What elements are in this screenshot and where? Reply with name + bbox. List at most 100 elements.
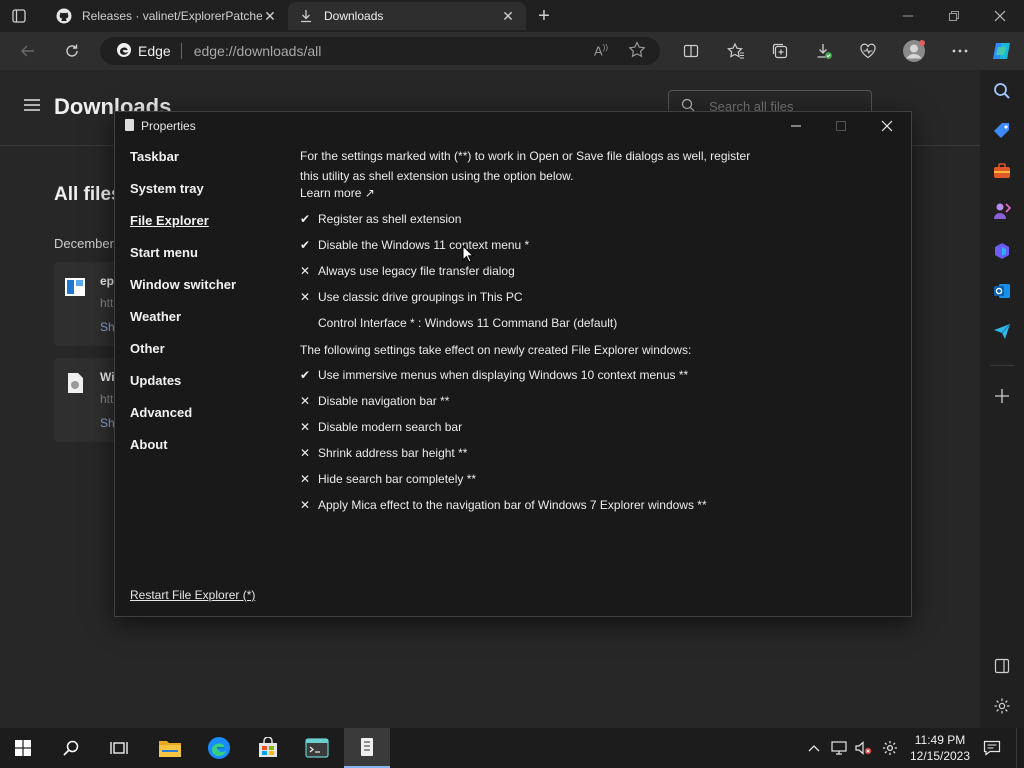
show-in-folder-link[interactable]: Sh: [100, 416, 115, 430]
nav-file-explorer[interactable]: File Explorer: [130, 213, 209, 228]
close-tab-icon[interactable]: ✕: [500, 8, 516, 24]
menu-hamburger-icon[interactable]: [24, 98, 40, 116]
read-aloud-icon[interactable]: A)): [594, 43, 608, 58]
address-bar[interactable]: Edge edge://downloads/all A)): [100, 37, 660, 65]
address-url[interactable]: edge://downloads/all: [194, 43, 322, 59]
notifications-icon[interactable]: [982, 738, 1002, 758]
dialog-titlebar[interactable]: Properties: [115, 112, 911, 140]
download-icon: [298, 8, 314, 24]
cross-icon: ✕: [300, 420, 311, 434]
option-mica-effect[interactable]: ✕ Apply Mica effect to the navigation ba…: [300, 495, 707, 515]
file-name: Wi: [100, 370, 115, 384]
search-icon[interactable]: [48, 728, 94, 768]
tab-releases[interactable]: Releases · valinet/ExplorerPatche ✕: [46, 2, 288, 30]
option-register-shell-extension[interactable]: ✔ Register as shell extension: [300, 209, 461, 229]
show-hidden-icons-chevron-icon[interactable]: [804, 738, 824, 758]
minimize-icon[interactable]: [781, 114, 811, 138]
checkmark-icon: ✔: [300, 368, 311, 382]
cross-icon: ✕: [300, 394, 311, 408]
restore-icon[interactable]: [940, 4, 968, 28]
back-arrow-icon[interactable]: [15, 39, 41, 63]
split-screen-icon[interactable]: [678, 39, 704, 63]
games-icon[interactable]: [988, 197, 1016, 225]
option-immersive-menus[interactable]: ✔ Use immersive menus when displaying Wi…: [300, 365, 688, 385]
edge-browser-icon[interactable]: [196, 728, 242, 768]
profile-avatar[interactable]: [901, 39, 927, 63]
shopping-tag-icon[interactable]: [988, 117, 1016, 145]
option-control-interface[interactable]: Control Interface * : Windows 11 Command…: [300, 313, 617, 333]
properties-dialog: Properties Taskbar System tray File Expl…: [114, 111, 912, 617]
new-tab-button[interactable]: +: [534, 4, 554, 28]
option-disable-navigation-bar[interactable]: ✕ Disable navigation bar **: [300, 391, 449, 411]
settings-gear-icon[interactable]: [880, 738, 900, 758]
refresh-icon[interactable]: [59, 39, 85, 63]
start-windows-icon[interactable]: [0, 728, 46, 768]
restart-file-explorer-link[interactable]: Restart File Explorer (*): [130, 588, 255, 602]
file-name: ep: [100, 274, 115, 288]
address-separator: [180, 43, 182, 59]
option-shrink-address-bar[interactable]: ✕ Shrink address bar height **: [300, 443, 467, 463]
hide-sidebar-icon[interactable]: [988, 652, 1016, 680]
option-label: Shrink address bar height **: [318, 446, 468, 460]
nav-about[interactable]: About: [130, 437, 168, 452]
nav-advanced[interactable]: Advanced: [130, 405, 192, 420]
dialog-title: Properties: [141, 119, 196, 133]
checkmark-icon: ✔: [300, 238, 311, 252]
option-label: Disable the Windows 11 context menu *: [318, 238, 530, 252]
nav-system-tray[interactable]: System tray: [130, 181, 204, 196]
option-hide-search-bar[interactable]: ✕ Hide search bar completely **: [300, 469, 476, 489]
nav-other[interactable]: Other: [130, 341, 165, 356]
browser-essentials-icon[interactable]: [855, 39, 881, 63]
close-tab-icon[interactable]: ✕: [262, 8, 278, 24]
collections-icon[interactable]: [767, 39, 793, 63]
show-desktop-button[interactable]: [1016, 728, 1024, 768]
taskbar-clock[interactable]: 11:49 PM 12/15/2023: [908, 732, 972, 764]
more-options-icon[interactable]: [947, 39, 973, 63]
learn-more-link[interactable]: Learn more ↗: [300, 186, 375, 200]
terminal-icon[interactable]: [294, 728, 340, 768]
copilot-icon[interactable]: [989, 39, 1015, 63]
tools-icon[interactable]: [988, 157, 1016, 185]
task-view-icon[interactable]: [96, 728, 142, 768]
tab-label: Downloads: [324, 9, 384, 23]
microsoft-365-icon[interactable]: [988, 237, 1016, 265]
volume-muted-icon[interactable]: [853, 738, 873, 758]
option-label: Use classic drive groupings in This PC: [318, 290, 523, 304]
cross-icon: ✕: [300, 446, 311, 460]
nav-start-menu[interactable]: Start menu: [130, 245, 198, 260]
option-disable-modern-search[interactable]: ✕ Disable modern search bar: [300, 417, 462, 437]
cross-icon: ✕: [300, 290, 311, 304]
properties-app-taskbar-icon[interactable]: [344, 728, 390, 768]
mouse-cursor-icon: [462, 244, 475, 266]
downloads-icon[interactable]: [811, 39, 837, 63]
file-explorer-icon[interactable]: [147, 728, 193, 768]
nav-window-switcher[interactable]: Window switcher: [130, 277, 236, 292]
intro-text: For the settings marked with (**) to wor…: [300, 149, 751, 183]
add-sidebar-app-icon[interactable]: [988, 382, 1016, 410]
nav-weather[interactable]: Weather: [130, 309, 181, 324]
search-icon[interactable]: [988, 77, 1016, 105]
minimize-icon[interactable]: [894, 4, 922, 28]
nav-taskbar[interactable]: Taskbar: [130, 149, 179, 164]
tab-actions-icon[interactable]: [8, 6, 30, 26]
favorite-star-icon[interactable]: [628, 41, 646, 62]
option-classic-drive-groupings[interactable]: ✕ Use classic drive groupings in This PC: [300, 287, 523, 307]
maximize-icon[interactable]: [826, 114, 856, 138]
section-title: All files: [54, 184, 122, 205]
option-legacy-file-transfer[interactable]: ✕ Always use legacy file transfer dialog: [300, 261, 515, 281]
option-label: Always use legacy file transfer dialog: [318, 264, 515, 278]
tab-downloads[interactable]: Downloads ✕: [288, 2, 526, 30]
favorites-icon[interactable]: [723, 39, 749, 63]
outlook-icon[interactable]: [988, 277, 1016, 305]
close-window-icon[interactable]: [986, 4, 1014, 28]
show-in-folder-link[interactable]: Sh: [100, 320, 115, 334]
github-icon: [56, 8, 72, 24]
drop-icon[interactable]: [988, 317, 1016, 345]
option-label: Disable navigation bar **: [318, 394, 450, 408]
network-icon[interactable]: [829, 738, 849, 758]
option-disable-win11-context-menu[interactable]: ✔ Disable the Windows 11 context menu *: [300, 235, 529, 255]
close-dialog-icon[interactable]: [872, 114, 902, 138]
nav-updates[interactable]: Updates: [130, 373, 181, 388]
microsoft-store-icon[interactable]: [245, 728, 291, 768]
sidebar-settings-icon[interactable]: [988, 692, 1016, 720]
